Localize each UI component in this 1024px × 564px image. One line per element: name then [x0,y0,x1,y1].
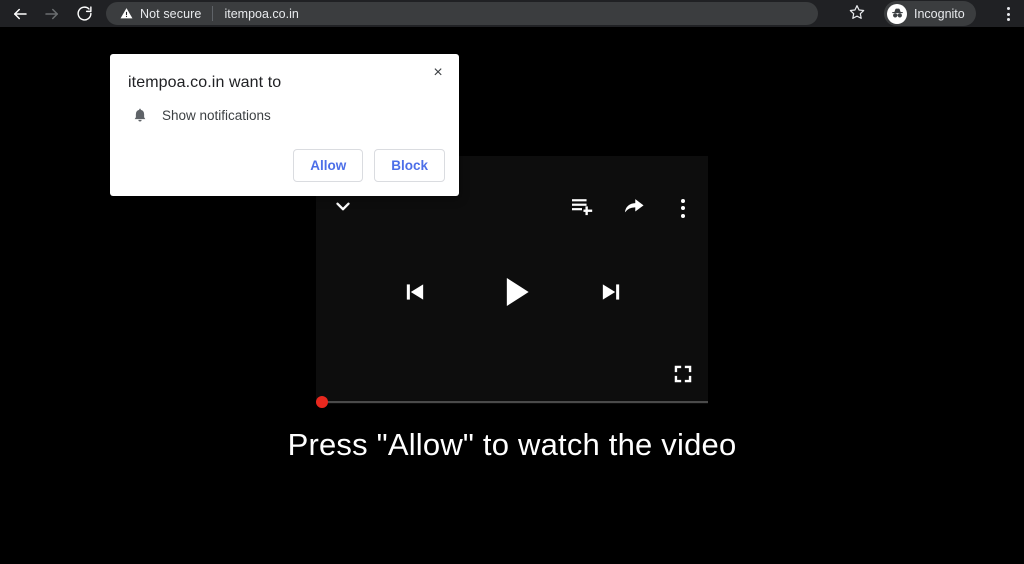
dialog-title: itempoa.co.in want to [128,74,282,91]
three-dots-vertical-icon [681,198,685,203]
arrow-left-icon [11,5,29,23]
omnibox-divider [212,6,214,21]
warning-triangle-icon [120,7,133,20]
incognito-label: Incognito [914,6,965,21]
fullscreen-button[interactable] [668,361,698,391]
play-icon [496,272,536,317]
chevron-down-icon [332,195,354,222]
arrow-right-icon [43,5,61,23]
dialog-close-button[interactable]: × [425,60,451,86]
skip-previous-icon [401,278,429,311]
star-icon [849,4,865,25]
progress-bar[interactable] [320,401,708,403]
share-arrow-icon [623,196,645,221]
bell-icon [132,106,148,124]
address-bar[interactable]: Not secure itempoa.co.in [106,2,818,25]
incognito-spy-icon [887,3,907,24]
incognito-indicator[interactable]: Incognito [884,1,976,26]
bookmark-button[interactable] [846,4,868,24]
reload-icon [76,5,93,22]
browser-menu-button[interactable] [999,4,1017,24]
play-button[interactable] [494,272,538,316]
add-to-playlist-button[interactable] [567,194,597,222]
page-content: Press "Allow" to watch the video × itemp… [0,27,1024,564]
previous-track-button[interactable] [397,276,433,312]
forward-button[interactable] [36,0,68,27]
permission-row: Show notifications [132,106,271,124]
back-button[interactable] [4,0,36,27]
browser-toolbar: Not secure itempoa.co.in Incognito [0,0,1024,27]
allow-button[interactable]: Allow [293,149,364,182]
fullscreen-icon [672,363,694,390]
dialog-actions: Allow Block [293,149,445,182]
skip-next-icon [597,278,625,311]
share-button[interactable] [619,194,649,222]
security-status-label: Not secure [140,6,202,21]
block-button[interactable]: Block [374,149,445,182]
collapse-button[interactable] [325,193,361,223]
playlist-add-icon [571,196,593,221]
three-dots-vertical-icon [1006,7,1010,10]
reload-button[interactable] [68,0,100,27]
progress-scrubber-handle[interactable] [316,396,328,408]
url-text: itempoa.co.in [224,6,299,21]
permission-label: Show notifications [162,107,271,123]
notification-permission-dialog: × itempoa.co.in want to Show notificatio… [110,54,459,196]
player-more-button[interactable] [673,194,693,222]
page-headline: Press "Allow" to watch the video [287,427,737,462]
next-track-button[interactable] [593,276,629,312]
